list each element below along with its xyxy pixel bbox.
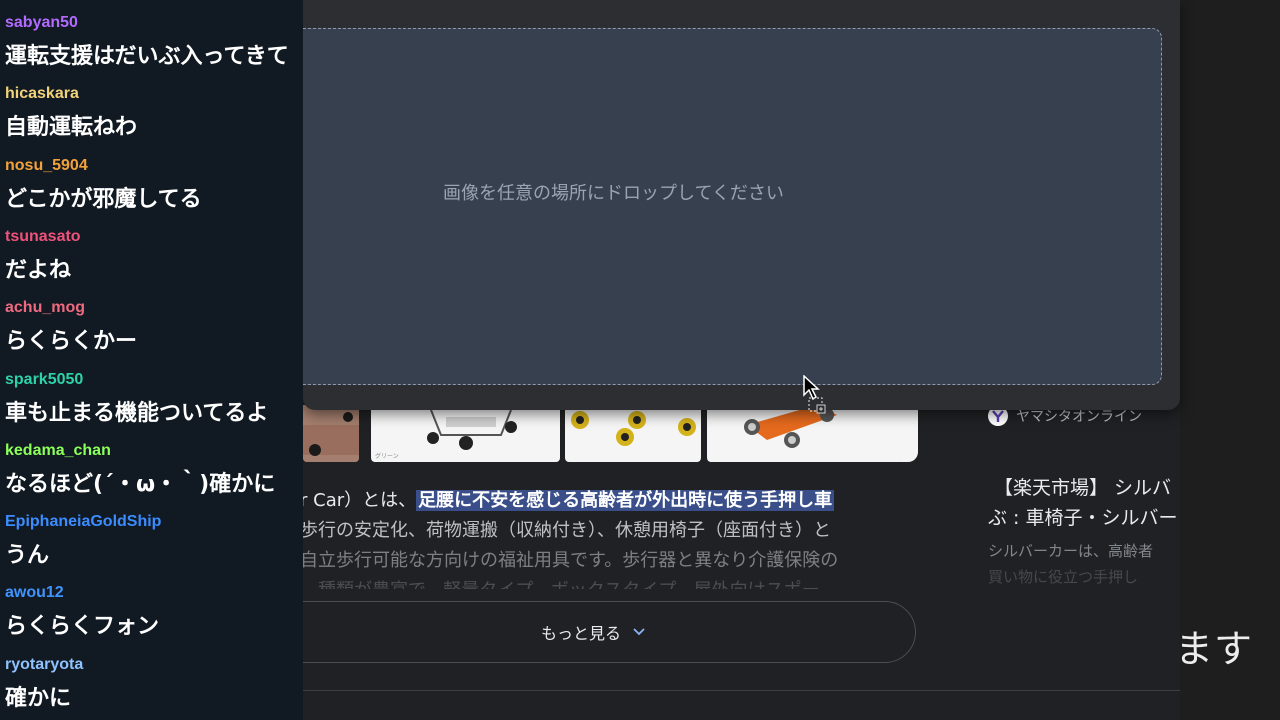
chat-message-text: らくらくかー [5, 329, 138, 355]
description-line: 、種類が豊富で、軽量タイプ、ボックスタイプ、屋外向けスポー [300, 576, 820, 589]
chat-message: achu_mog らくらくかー [5, 285, 303, 356]
chat-message: nosu_5904 どこかが邪魔してる [5, 143, 303, 214]
card-snippet: 買い物に役立つ手押し [988, 568, 1139, 586]
chat-username[interactable]: spark5050 [5, 371, 83, 389]
subtitle-overlay: ます [1175, 627, 1254, 671]
chevron-down-icon [633, 628, 645, 636]
chat-message-text: らくらくフォン [5, 614, 160, 640]
walker-image [427, 409, 517, 450]
description-text: r Car）とは、 [300, 490, 417, 511]
chat-message-text: 運転支援はだいぶ入ってきて [5, 44, 289, 69]
image-thumbnail[interactable] [303, 405, 359, 462]
chat-message-text: 自動運転ねわ [5, 115, 138, 141]
chat-message: sabyan50 運転支援はだいぶ入ってきて [5, 0, 303, 71]
result-description: r Car）とは、 足腰に不安を感じる高齢者が外出時に使う手押し車 歩行の安定化、… [300, 484, 915, 589]
chat-message-text: うん [5, 543, 50, 569]
live-chat-panel: sabyan50 運転支援はだいぶ入ってきて hicaskara 自動運転ねわ nosu… [0, 0, 303, 720]
drag-cursor-icon [803, 375, 826, 414]
drop-instruction: 画像を任意の場所にドロップしてください [443, 183, 784, 204]
thumbnail-caption: グリーン [375, 453, 399, 460]
chat-username[interactable]: hicaskara [5, 85, 79, 103]
chat-username[interactable]: EpiphaneiaGoldShip [5, 513, 161, 531]
description-line: 歩行の安定化、荷物運搬（収納付き）、休憩用椅子（座面付き）と [300, 520, 831, 541]
show-more-button[interactable]: もっと見る [270, 601, 916, 663]
card-title[interactable]: 【楽天市場】 シルバ [994, 473, 1171, 500]
chat-username[interactable]: tsunasato [5, 228, 81, 246]
chat-message: ryotaryota 確かに [5, 642, 303, 713]
card-title[interactable]: ぶ : 車椅子・シルバー [988, 503, 1177, 530]
chat-message: EpiphaneiaGoldShip うん [5, 499, 303, 570]
image-thumbnail[interactable] [900, 405, 918, 462]
chat-message: awou12 らくらくフォン [5, 570, 303, 641]
side-result-card[interactable]: ヤマシタオンライン 【楽天市場】 シルバ ぶ : 車椅子・シルバー シルバーカー… [968, 398, 1180, 598]
chat-message-text: 車も止まる機能ついてるよ [5, 400, 269, 426]
chat-message: spark5050 車も止まる機能ついてるよ [5, 357, 303, 428]
chat-username[interactable]: awou12 [5, 584, 64, 602]
chat-message-text: なるほど(´・ω・｀)確かに [5, 471, 276, 497]
description-line: r Car）とは、 足腰に不安を感じる高齢者が外出時に使う手押し車 [300, 486, 835, 512]
chat-message: hicaskara 自動運転ねわ [5, 71, 303, 142]
chat-message-text: 確かに [5, 685, 72, 711]
chat-username[interactable]: sabyan50 [5, 14, 78, 32]
image-thumbnail[interactable] [565, 405, 701, 462]
walker-image [303, 405, 359, 462]
walker-image [571, 411, 696, 446]
chat-username[interactable]: achu_mog [5, 299, 85, 317]
chat-username[interactable]: nosu_5904 [5, 157, 88, 175]
highlighted-text: 足腰に不安を感じる高齢者が外出時に使う手押し車 [416, 490, 835, 511]
image-drop-zone[interactable]: 画像を任意の場所にドロップしてください [303, 28, 1162, 385]
chat-username[interactable]: kedama_chan [5, 442, 111, 460]
chat-message-text: だよね [5, 257, 72, 283]
right-gutter [1180, 0, 1280, 720]
description-line: 自立歩行可能な方向けの福祉用具です。歩行器と異なり介護保険の [300, 550, 839, 571]
image-thumbnail[interactable]: グリーン [371, 405, 560, 462]
chat-message: kedama_chan なるほど(´・ω・｀)確かに [5, 428, 303, 499]
image-search-dialog: 画像を任意の場所にドロップしてください [303, 0, 1180, 414]
show-more-label: もっと見る [540, 624, 621, 643]
chat-message: tsunasato だよね [5, 214, 303, 285]
chat-message-text: どこかが邪魔してる [5, 186, 202, 212]
divider [303, 690, 1180, 691]
card-snippet: シルバーカーは、高齢者 [988, 542, 1154, 560]
chat-username[interactable]: ryotaryota [5, 656, 83, 674]
